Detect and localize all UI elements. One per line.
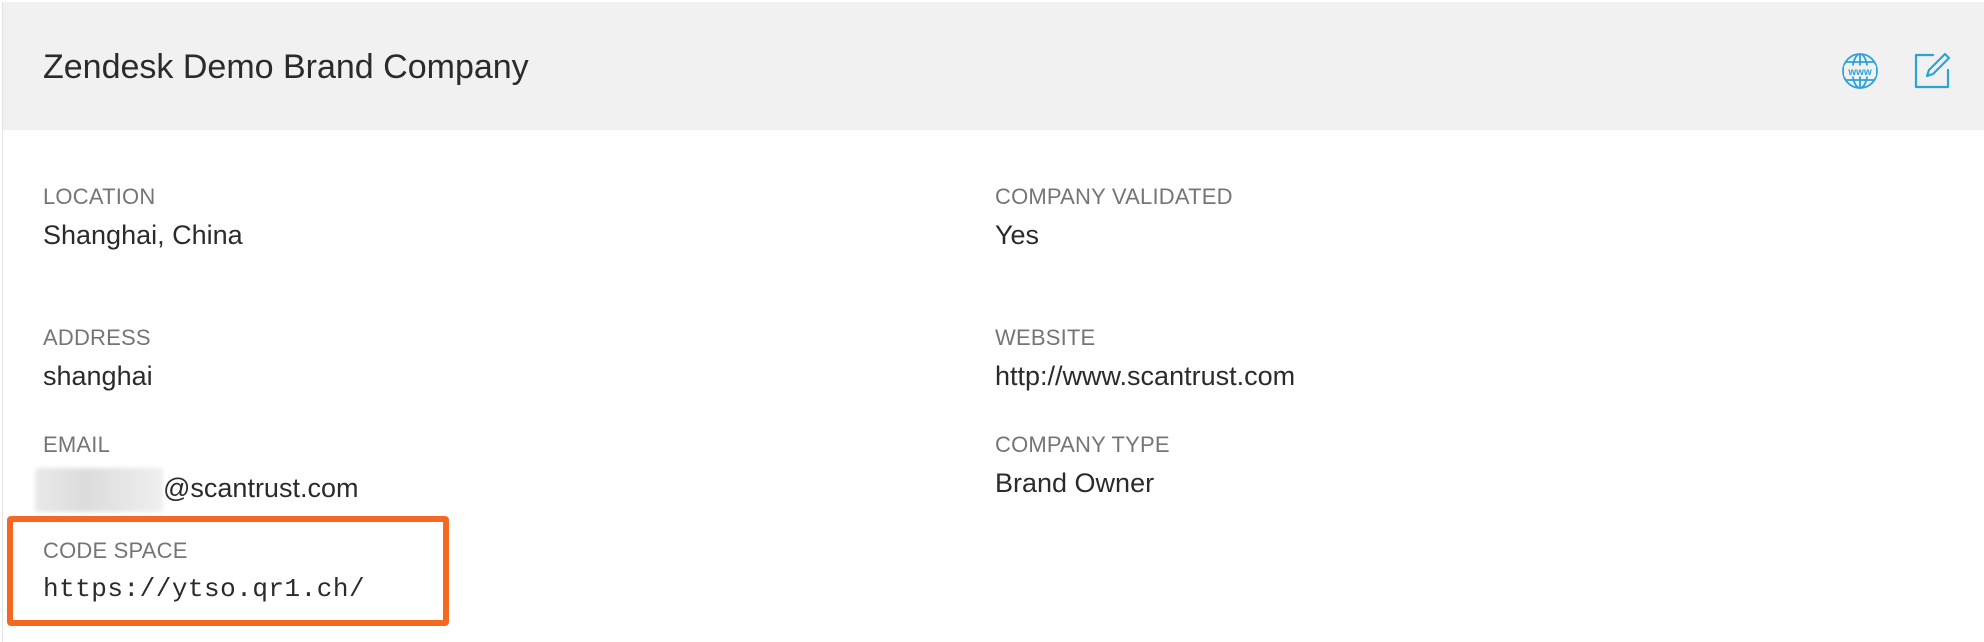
website-globe-icon[interactable]: www xyxy=(1839,50,1881,92)
email-value-row: @scantrust.com xyxy=(35,468,359,512)
company-type-value: Brand Owner xyxy=(995,468,1155,498)
company-type-field: COMPANY TYPE Brand Owner xyxy=(995,432,1170,499)
website-label: WEBSITE xyxy=(995,325,1096,350)
redacted-email-user xyxy=(35,468,163,512)
company-validated-value: Yes xyxy=(995,220,1040,250)
svg-text:www: www xyxy=(1847,67,1872,78)
company-validated-label: COMPANY VALIDATED xyxy=(995,184,1233,209)
address-field: ADDRESS shanghai xyxy=(43,325,153,392)
card-header: Zendesk Demo Brand Company www xyxy=(3,2,1984,130)
location-field: LOCATION Shanghai, China xyxy=(43,184,243,251)
location-label: LOCATION xyxy=(43,184,156,209)
email-label: EMAIL xyxy=(43,432,111,457)
company-type-label: COMPANY TYPE xyxy=(995,432,1170,457)
company-validated-field: COMPANY VALIDATED Yes xyxy=(995,184,1233,251)
website-field: WEBSITE http://www.scantrust.com xyxy=(995,325,1295,392)
edit-icon[interactable] xyxy=(1911,50,1953,92)
code-space-highlight-box xyxy=(7,516,449,626)
location-value: Shanghai, China xyxy=(43,220,243,250)
email-field: EMAIL @scantrust.com xyxy=(35,432,359,512)
company-card: Zendesk Demo Brand Company www LOCATION … xyxy=(2,2,1984,642)
email-value: @scantrust.com xyxy=(163,473,359,504)
address-label: ADDRESS xyxy=(43,325,151,350)
address-value: shanghai xyxy=(43,361,153,391)
page-title: Zendesk Demo Brand Company xyxy=(43,48,529,86)
website-value[interactable]: http://www.scantrust.com xyxy=(995,361,1295,392)
